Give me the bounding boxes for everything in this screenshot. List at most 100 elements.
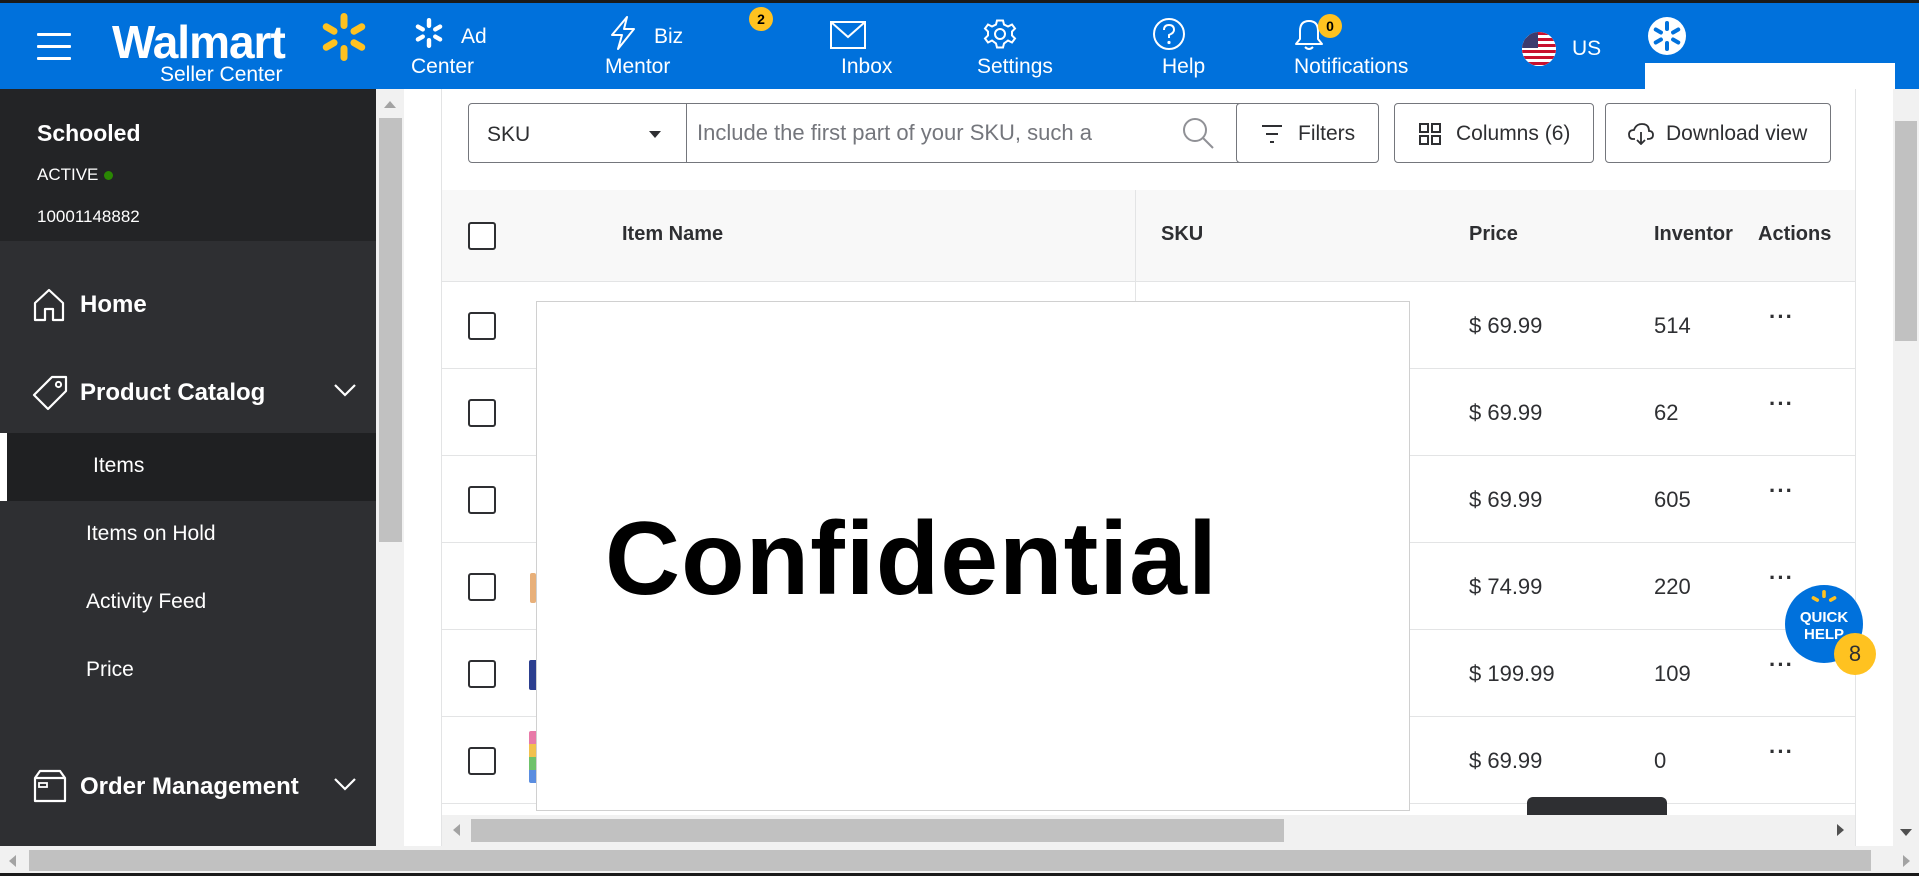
scroll-right-arrow-icon[interactable]: [1837, 824, 1844, 836]
profile-name-bar[interactable]: [1645, 63, 1895, 89]
box-icon: [33, 769, 67, 803]
column-header-price[interactable]: Price: [1469, 223, 1518, 246]
page-vertical-scrollbar[interactable]: [1893, 89, 1919, 846]
row-actions-menu-icon[interactable]: ···: [1769, 652, 1794, 678]
profile-spark-icon[interactable]: [1648, 17, 1686, 55]
select-all-checkbox[interactable]: [468, 222, 496, 250]
brand-subtitle: Seller Center: [160, 63, 283, 86]
quick-help-count-badge[interactable]: 8: [1834, 633, 1876, 675]
scroll-down-arrow-icon[interactable]: [1900, 829, 1912, 836]
sidebar-item-home-label: Home: [80, 291, 147, 318]
help-icon: [1153, 18, 1185, 50]
nav-ad-center-line1: Ad: [461, 25, 487, 48]
row-checkbox[interactable]: [468, 573, 496, 601]
spark-icon: [415, 18, 443, 48]
column-header-sku[interactable]: SKU: [1161, 223, 1203, 246]
search-type-select[interactable]: SKU: [469, 104, 687, 162]
sku-search-bar: SKU: [468, 103, 1249, 163]
sidebar-scrollbar-thumb[interactable]: [379, 118, 402, 542]
nav-help[interactable]: Help: [1152, 13, 1222, 83]
search-type-value: SKU: [487, 123, 531, 146]
page-scrollbar-thumb[interactable]: [1895, 121, 1917, 341]
row-actions-menu-icon[interactable]: ···: [1769, 391, 1794, 417]
sidebar-item-items[interactable]: Items: [0, 433, 376, 501]
table-header: Item Name SKU Price Inventor Actions: [442, 190, 1855, 282]
brand-name: Walmart: [112, 16, 286, 68]
filters-button[interactable]: Filters: [1236, 103, 1379, 163]
store-name: Schooled: [37, 120, 141, 146]
sidebar-item-activity-feed[interactable]: Activity Feed: [0, 569, 376, 637]
sidebar-scrollbar[interactable]: [376, 89, 404, 846]
seller-id: 10001148882: [37, 207, 140, 226]
scroll-left-arrow-icon[interactable]: [9, 855, 16, 867]
row-actions-menu-icon[interactable]: ···: [1769, 565, 1794, 591]
sidebar-item-price[interactable]: Price: [0, 637, 376, 705]
grid-icon: [1419, 123, 1441, 145]
sidebar-item-order-management[interactable]: Order Management: [0, 751, 376, 823]
inventory-cell: 109: [1654, 661, 1691, 686]
columns-button[interactable]: Columns (6): [1394, 103, 1594, 163]
search-input[interactable]: [697, 114, 1167, 152]
row-checkbox[interactable]: [468, 399, 496, 427]
row-actions-menu-icon[interactable]: ···: [1769, 739, 1794, 765]
nav-settings-label: Settings: [977, 55, 1053, 78]
nav-biz-mentor[interactable]: Biz Mentor: [605, 13, 715, 83]
store-status-text: ACTIVE: [37, 165, 99, 184]
price-cell: $ 69.99: [1469, 313, 1543, 338]
nav-notifications[interactable]: Notifications: [1294, 13, 1424, 83]
sidebar-item-items-on-hold[interactable]: Items on Hold: [0, 501, 376, 569]
sidebar-item-product-catalog[interactable]: Product Catalog: [0, 357, 376, 429]
page-horizontal-scrollbar[interactable]: [0, 846, 1919, 876]
row-checkbox[interactable]: [468, 660, 496, 688]
confidential-label: Confidential: [605, 501, 1218, 617]
filters-button-label: Filters: [1298, 122, 1356, 145]
sidebar-item-order-management-label: Order Management: [80, 773, 299, 800]
price-cell: $ 74.99: [1469, 574, 1543, 599]
nav-biz-mentor-line2: Mentor: [605, 55, 671, 78]
menu-icon[interactable]: [37, 33, 71, 61]
filter-icon: [1262, 125, 1282, 143]
inventory-cell: 62: [1654, 400, 1679, 425]
nav-notifications-label: Notifications: [1294, 55, 1409, 78]
row-actions-menu-icon[interactable]: ···: [1769, 478, 1794, 504]
download-view-button-label: Download view: [1666, 122, 1808, 145]
scroll-left-arrow-icon[interactable]: [453, 824, 460, 836]
sidebar-item-product-catalog-label: Product Catalog: [80, 379, 266, 406]
column-divider[interactable]: [1135, 190, 1136, 282]
scroll-up-arrow-icon[interactable]: [384, 101, 396, 108]
spark-logo-icon: [322, 13, 366, 61]
chevron-down-icon: [334, 778, 356, 791]
sidebar-item-home[interactable]: Home: [0, 269, 376, 341]
sidebar-item-items-label: Items: [93, 454, 145, 477]
nav-ad-center-line2: Center: [411, 55, 475, 78]
walmart-seller-center-logo[interactable]: Walmart Seller Center: [110, 11, 370, 86]
row-checkbox[interactable]: [468, 747, 496, 775]
nav-help-label: Help: [1162, 55, 1206, 78]
row-checkbox[interactable]: [468, 312, 496, 340]
nav-ad-center[interactable]: Ad Center: [411, 13, 501, 83]
column-header-inventory[interactable]: Inventor: [1654, 223, 1733, 246]
us-flag-icon[interactable]: [1522, 32, 1556, 66]
confidential-overlay: Confidential: [536, 301, 1410, 811]
page-hscroll-thumb[interactable]: [29, 850, 1871, 871]
table-scrollbar-thumb[interactable]: [471, 819, 1284, 842]
row-checkbox[interactable]: [468, 486, 496, 514]
column-header-item-name[interactable]: Item Name: [622, 223, 723, 246]
tag-icon: [32, 375, 68, 411]
region-label[interactable]: US: [1572, 37, 1601, 61]
table-horizontal-scrollbar[interactable]: [442, 815, 1855, 846]
scroll-right-arrow-icon[interactable]: [1903, 855, 1910, 867]
nav-settings[interactable]: Settings: [977, 13, 1083, 83]
chevron-down-icon: [334, 384, 356, 397]
mail-icon: [830, 21, 866, 49]
nav-inbox[interactable]: Inbox: [829, 13, 909, 83]
items-panel: SKU Filters Columns (6) Download view: [441, 89, 1856, 846]
cloud-download-icon: [1628, 123, 1654, 145]
notifications-badge: 0: [1318, 14, 1342, 38]
inventory-cell: 605: [1654, 487, 1691, 512]
search-icon[interactable]: [1181, 116, 1215, 150]
download-view-button[interactable]: Download view: [1605, 103, 1831, 163]
row-actions-menu-icon[interactable]: ···: [1769, 304, 1794, 330]
biz-mentor-badge: 2: [749, 7, 773, 31]
store-status: ACTIVE: [37, 165, 376, 185]
